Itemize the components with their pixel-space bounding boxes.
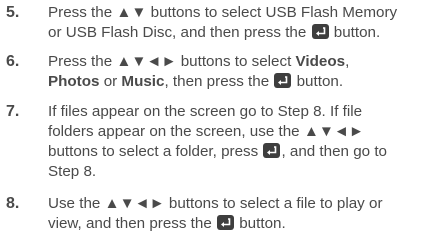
text-line: Step 8. xyxy=(48,163,97,180)
text-line: Press the ▲▼ buttons to select USB Flash… xyxy=(48,4,398,21)
enter-button-icon xyxy=(274,73,292,88)
step-text: Use the ▲▼◄► buttons to select a file to… xyxy=(48,194,440,234)
text-line: If files appear on the screen go to Step… xyxy=(48,103,363,120)
step-number: 8. xyxy=(6,195,20,212)
instruction-steps: 5. Press the ▲▼ buttons to select USB Fl… xyxy=(0,0,445,250)
enter-button-icon xyxy=(263,143,281,158)
text-line: or USB Flash Disc, and then press the bu… xyxy=(48,24,381,41)
step-number: 5. xyxy=(6,4,20,21)
text-line: Use the ▲▼◄► buttons to select a file to… xyxy=(48,195,383,212)
step-text: Press the ▲▼◄► buttons to select Videos,… xyxy=(48,52,440,92)
enter-button-icon xyxy=(311,24,329,39)
text-line: Press the ▲▼◄► buttons to select Videos, xyxy=(48,53,350,70)
text-line: view, and then press the button. xyxy=(48,215,286,232)
text-line: folders appear on the screen, use the ▲▼… xyxy=(48,123,364,140)
text-line: buttons to select a folder, press , and … xyxy=(48,143,387,160)
text-line: Photos or Music, then press the button. xyxy=(48,73,344,90)
step-text: If files appear on the screen go to Step… xyxy=(48,102,440,182)
step-number: 7. xyxy=(6,103,20,120)
step-text: Press the ▲▼ buttons to select USB Flash… xyxy=(48,3,440,43)
enter-button-icon xyxy=(217,215,235,230)
step-number: 6. xyxy=(6,53,20,70)
